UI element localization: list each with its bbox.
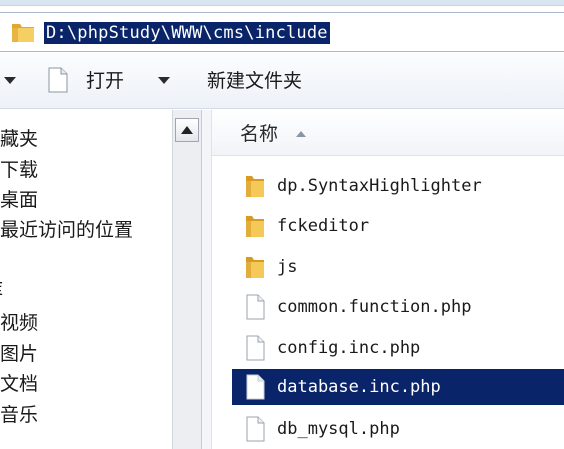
file-name: dp.SyntaxHighlighter: [277, 176, 482, 196]
file-name: db_mysql.php: [277, 419, 400, 439]
list-item[interactable]: common.function.php: [232, 289, 564, 325]
nav-item-pictures[interactable]: 图片: [0, 341, 38, 367]
window-top-edge: [0, 0, 564, 6]
nav-item-documents[interactable]: 文档: [0, 371, 38, 397]
file-name: fckeditor: [277, 216, 370, 236]
column-name-label: 名称: [240, 123, 279, 145]
folder-icon: [246, 216, 264, 237]
nav-item-downloads[interactable]: 下载: [0, 157, 38, 183]
file-icon: [246, 416, 265, 442]
file-icon: [246, 374, 265, 400]
list-item[interactable]: dp.SyntaxHighlighter: [232, 168, 564, 204]
list-item[interactable]: config.inc.php: [232, 330, 564, 366]
arrow-up-icon: [181, 126, 193, 134]
nav-item-desktop[interactable]: 桌面: [0, 187, 38, 213]
nav-item-recent-places[interactable]: 最近访问的位置: [0, 217, 133, 243]
column-header-name[interactable]: 名称: [212, 110, 564, 156]
list-item[interactable]: js: [232, 249, 564, 285]
address-path[interactable]: D:\phpStudy\WWW\cms\include: [44, 22, 330, 44]
open-dropdown-arrow-icon[interactable]: [158, 77, 170, 84]
file-name: common.function.php: [277, 297, 472, 317]
file-name: database.inc.php: [277, 377, 441, 397]
organize-dropdown-arrow-icon[interactable]: [4, 77, 16, 84]
new-folder-button[interactable]: 新建文件夹: [207, 69, 302, 93]
sort-ascending-icon: [296, 131, 306, 137]
file-name: config.inc.php: [277, 338, 421, 358]
file-icon: [246, 294, 265, 320]
list-item[interactable]: db_mysql.php: [232, 411, 564, 447]
nav-scrollbar[interactable]: [172, 110, 202, 449]
folder-icon: [246, 257, 264, 278]
command-bar: 打开 新建文件夹: [0, 53, 564, 109]
file-icon: [246, 335, 265, 361]
file-list: 名称 dp.SyntaxHighlighter fckeditor js com…: [212, 110, 564, 449]
folder-icon: [12, 24, 34, 42]
scroll-up-button[interactable]: [175, 118, 199, 142]
nav-item-favorites[interactable]: 收藏夹: [0, 126, 38, 152]
open-button[interactable]: 打开: [86, 69, 124, 93]
pane-divider[interactable]: [202, 110, 212, 449]
document-icon: [48, 67, 68, 93]
nav-item-music[interactable]: 音乐: [0, 402, 38, 428]
list-item-selected[interactable]: database.inc.php: [232, 369, 564, 405]
nav-item-videos[interactable]: 视频: [0, 310, 38, 336]
explorer-window: D:\phpStudy\WWW\cms\include 打开 新建文件夹 收藏夹…: [0, 0, 564, 449]
file-name: js: [277, 257, 298, 277]
address-bar[interactable]: D:\phpStudy\WWW\cms\include: [0, 12, 564, 52]
nav-item-libraries[interactable]: 库: [0, 277, 3, 303]
list-item[interactable]: fckeditor: [232, 208, 564, 244]
navigation-pane: 收藏夹 下载 桌面 最近访问的位置 库 视频 图片 文档 音乐: [0, 110, 172, 449]
folder-icon: [246, 176, 264, 197]
